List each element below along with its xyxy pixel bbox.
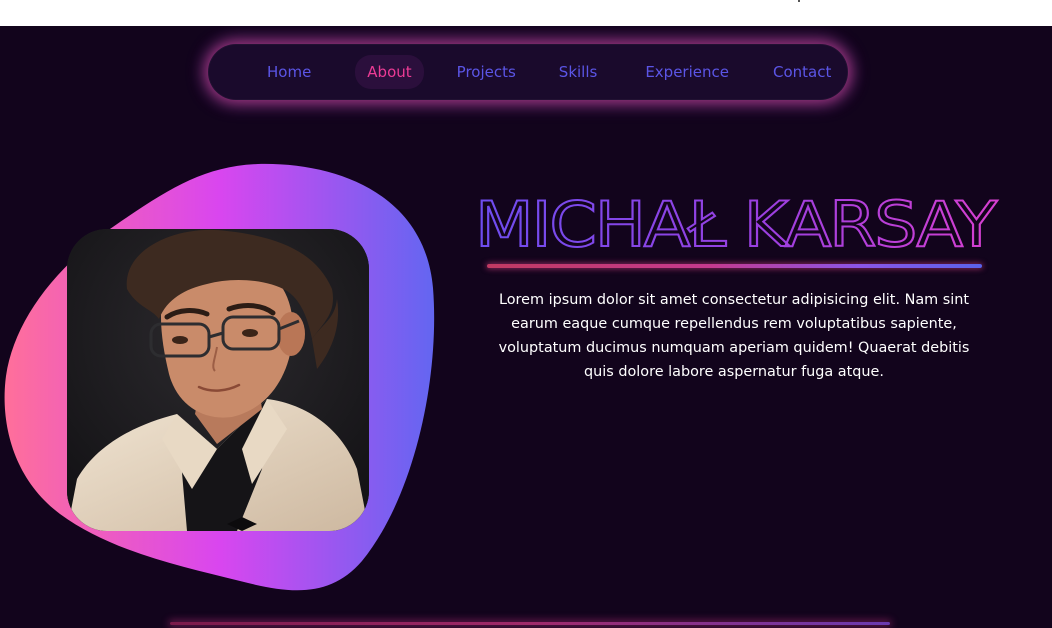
top-speck: [798, 0, 800, 2]
hero-name-heading: MICHAŁ KARSAY: [470, 176, 1000, 262]
hero-name-text: MICHAŁ KARSAY: [475, 188, 997, 261]
bottom-glow-line: [170, 622, 890, 625]
page: Home About Projects Skills Experience Co…: [0, 0, 1052, 628]
name-underline-divider: [487, 264, 982, 268]
nav-link-contact[interactable]: Contact: [761, 55, 843, 89]
nav-link-experience[interactable]: Experience: [633, 55, 741, 89]
nav-link-skills[interactable]: Skills: [547, 55, 610, 89]
hero-description: Lorem ipsum dolor sit amet consectetur a…: [498, 292, 970, 380]
browser-top-strip: [0, 0, 1052, 26]
profile-portrait-image: [67, 229, 369, 531]
hero-section: Home About Projects Skills Experience Co…: [0, 26, 1052, 628]
nav-link-projects[interactable]: Projects: [445, 55, 528, 89]
